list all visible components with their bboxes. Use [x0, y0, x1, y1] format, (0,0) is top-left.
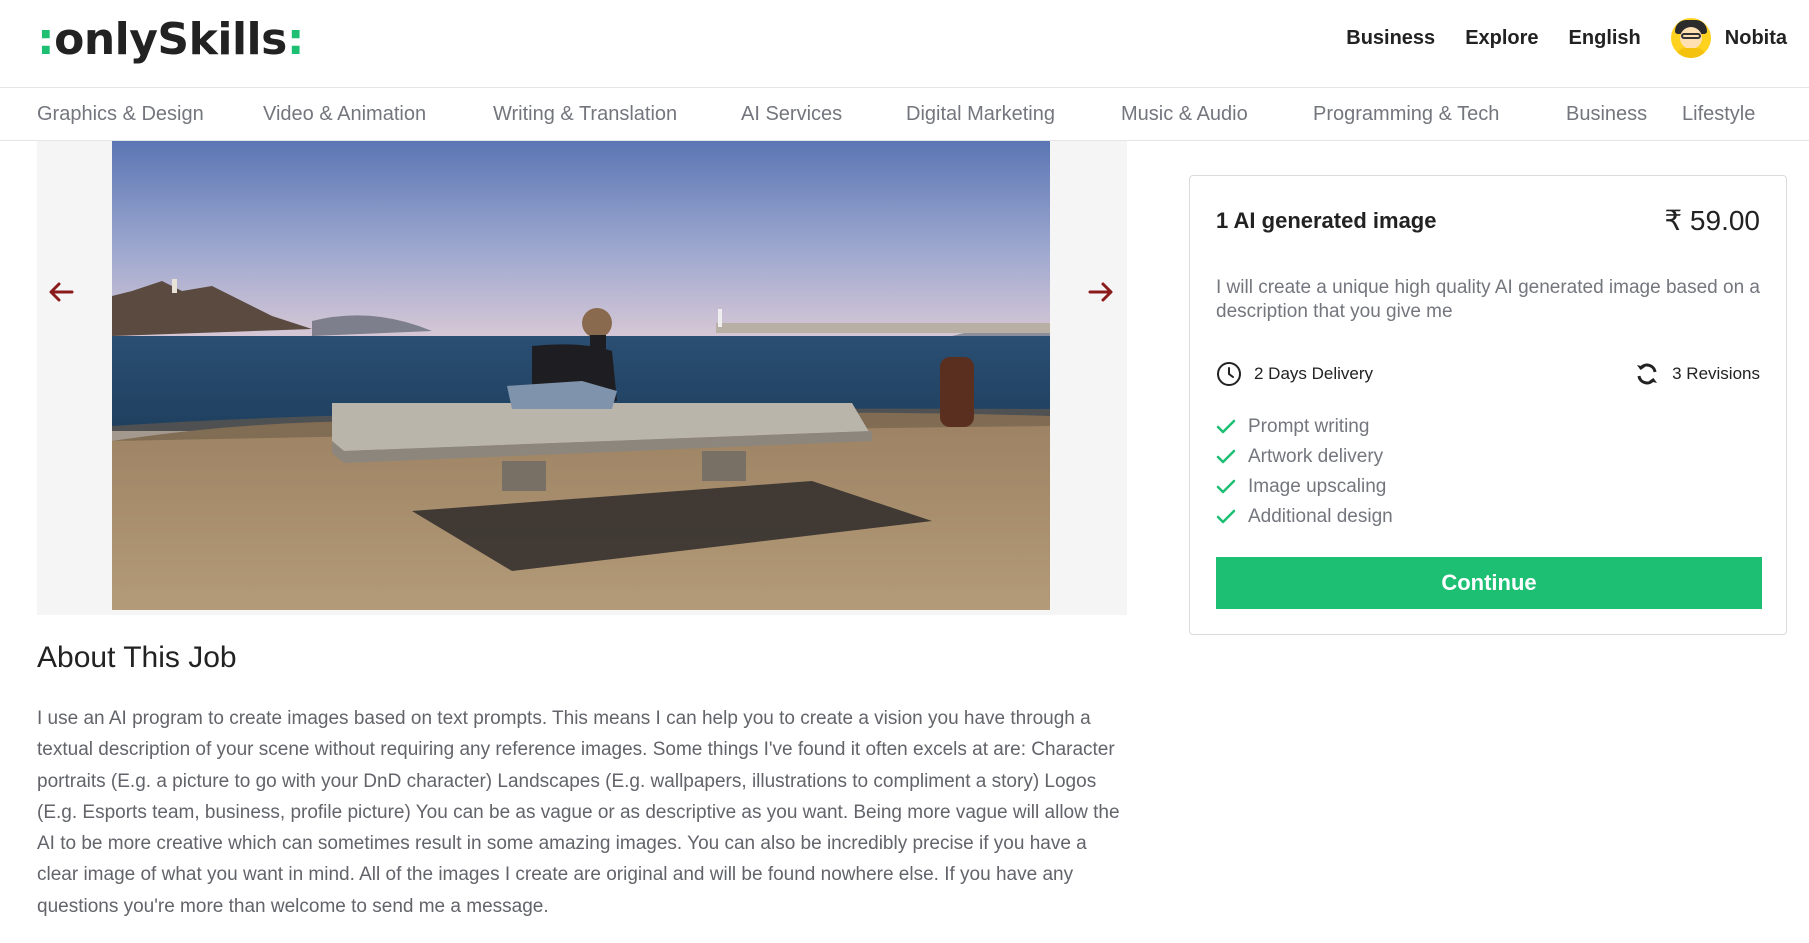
- revisions-text: 3 Revisions: [1672, 364, 1760, 383]
- category-graphics-design[interactable]: Graphics & Design: [37, 103, 204, 126]
- feature-item: Artwork delivery: [1216, 442, 1393, 472]
- gig-gallery: [37, 141, 1127, 615]
- feature-item: Image upscaling: [1216, 472, 1393, 502]
- top-nav: Business Explore English Nobita: [1316, 18, 1787, 58]
- check-icon: [1216, 479, 1236, 495]
- feature-item: Prompt writing: [1216, 412, 1393, 442]
- nav-language-link[interactable]: English: [1569, 27, 1641, 50]
- package-price: ₹ 59.00: [1664, 205, 1760, 236]
- category-video-animation[interactable]: Video & Animation: [263, 103, 426, 126]
- package-description: I will create a unique high quality AI g…: [1216, 277, 1760, 322]
- category-programming-tech[interactable]: Programming & Tech: [1313, 103, 1499, 126]
- category-music-audio[interactable]: Music & Audio: [1121, 103, 1248, 126]
- feature-label: Additional design: [1248, 506, 1393, 527]
- category-writing-translation[interactable]: Writing & Translation: [493, 103, 677, 126]
- logo-suffix: :: [286, 14, 305, 65]
- package-card: 1 AI generated image ₹ 59.00 I will crea…: [1189, 175, 1787, 635]
- clock-icon: [1217, 362, 1241, 386]
- arrow-left-icon[interactable]: [41, 272, 81, 312]
- site-logo[interactable]: :onlySkills:: [37, 14, 304, 65]
- logo-prefix: :: [37, 14, 55, 65]
- check-icon: [1216, 419, 1236, 435]
- arrow-right-icon[interactable]: [1081, 272, 1121, 312]
- delivery-text: 2 Days Delivery: [1254, 364, 1374, 383]
- check-icon: [1216, 509, 1236, 525]
- category-ai-services[interactable]: AI Services: [741, 103, 842, 126]
- nav-explore-link[interactable]: Explore: [1465, 27, 1538, 50]
- continue-button[interactable]: Continue: [1216, 557, 1762, 609]
- user-name: Nobita: [1724, 26, 1787, 49]
- category-bar: Graphics & Design Video & Animation Writ…: [0, 89, 1809, 141]
- category-lifestyle[interactable]: Lifestyle: [1682, 103, 1755, 126]
- about-title: About This Job: [37, 641, 237, 674]
- feature-label: Prompt writing: [1248, 416, 1370, 437]
- revisions-info: 3 Revisions: [1634, 361, 1760, 387]
- nav-business-link[interactable]: Business: [1346, 27, 1435, 50]
- delivery-info: 2 Days Delivery: [1216, 361, 1373, 387]
- feature-item: Additional design: [1216, 502, 1393, 532]
- category-digital-marketing[interactable]: Digital Marketing: [906, 103, 1055, 126]
- refresh-icon: [1637, 363, 1658, 385]
- gallery-image: [112, 141, 1050, 610]
- about-text: I use an AI program to create images bas…: [37, 708, 1120, 917]
- check-icon: [1216, 449, 1236, 465]
- site-header: :onlySkills: Business Explore English No…: [0, 0, 1809, 88]
- package-title: 1 AI generated image: [1216, 208, 1437, 233]
- logo-text: onlySkills: [54, 14, 287, 65]
- category-business[interactable]: Business: [1566, 103, 1647, 126]
- cartoon-avatar-icon: [1670, 18, 1711, 58]
- user-menu[interactable]: Nobita: [1670, 18, 1787, 58]
- feature-list: Prompt writing Artwork delivery Image up…: [1216, 412, 1393, 532]
- feature-label: Image upscaling: [1248, 476, 1387, 497]
- feature-label: Artwork delivery: [1248, 446, 1384, 467]
